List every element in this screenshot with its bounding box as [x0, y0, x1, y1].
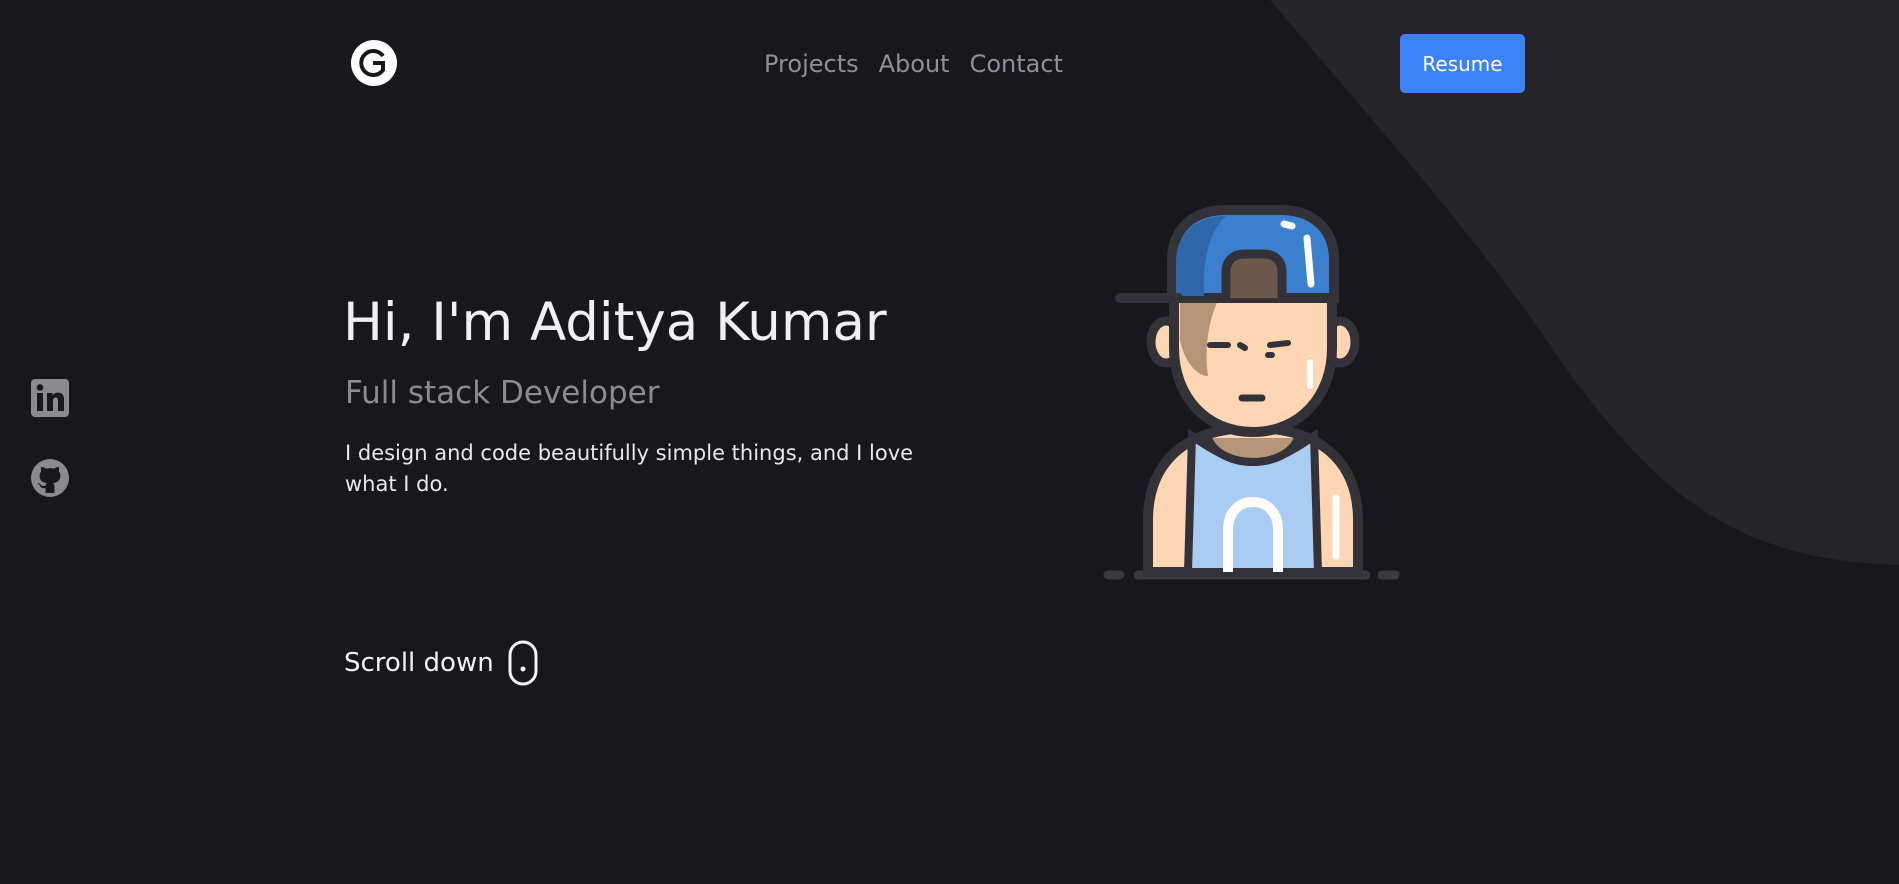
hero-subtitle: Full stack Developer — [345, 375, 660, 411]
scroll-down-link[interactable]: Scroll down — [344, 640, 538, 686]
logo-icon[interactable] — [350, 39, 398, 87]
background-curve-shape — [1270, 0, 1899, 565]
main-nav: Projects About Contact — [764, 48, 1063, 80]
nav-link-projects[interactable]: Projects — [764, 48, 859, 80]
nav-link-about[interactable]: About — [879, 48, 950, 80]
resume-button[interactable]: Resume — [1400, 34, 1525, 93]
github-icon[interactable] — [30, 458, 70, 498]
hero-description: I design and code beautifully simple thi… — [345, 441, 914, 496]
page: Projects About Contact Resume Hi, I'm Ad… — [0, 0, 1899, 884]
avatar-illustration — [1103, 205, 1400, 580]
nav-link-contact[interactable]: Contact — [970, 48, 1063, 80]
linkedin-icon[interactable] — [30, 378, 70, 418]
mouse-icon — [508, 640, 538, 686]
scroll-down-label: Scroll down — [344, 648, 494, 678]
hero-title: Hi, I'm Aditya Kumar — [343, 292, 887, 353]
